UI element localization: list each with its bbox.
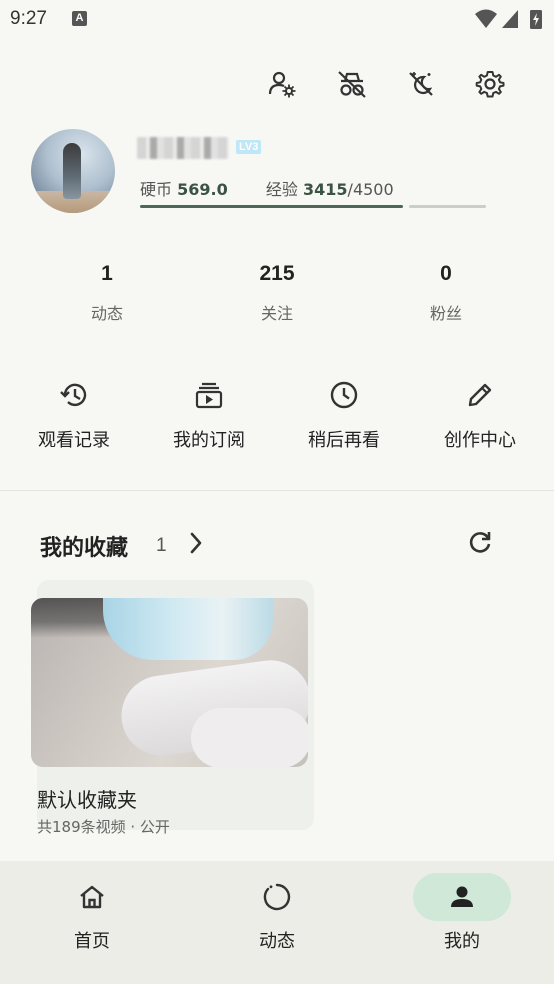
coins-value: 569.0: [177, 180, 228, 199]
pencil-icon: [468, 383, 492, 407]
shortcut-subscriptions[interactable]: 我的订阅: [144, 378, 274, 452]
nav-label: 首页: [74, 931, 110, 952]
refresh-button[interactable]: [465, 527, 495, 557]
count-number: 0: [440, 262, 452, 285]
shortcut-label: 稍后再看: [308, 430, 380, 451]
nav-dynamics-pill: [228, 873, 326, 921]
exp-progress-fill: [140, 205, 403, 208]
home-icon: [80, 885, 104, 909]
exp-total: /4500: [347, 180, 394, 199]
exp-progress-track: [409, 205, 486, 208]
count-number: 215: [259, 262, 295, 285]
exp-value: 3415: [303, 180, 348, 199]
person-icon: [451, 886, 473, 907]
account-settings-button[interactable]: [262, 64, 302, 104]
favorite-folder-name[interactable]: 默认收藏夹: [37, 784, 137, 813]
count-following[interactable]: 215 关注: [217, 262, 337, 324]
nav-mine-pill-active: [413, 873, 511, 921]
count-number: 1: [101, 262, 113, 285]
nav-home-pill: [43, 873, 141, 921]
shortcut-watch-later[interactable]: 稍后再看: [279, 378, 409, 452]
shortcut-label: 观看记录: [38, 430, 110, 451]
notification-a-icon: A: [72, 11, 87, 26]
favorite-folder-meta: 共189条视频 · 公开: [37, 818, 170, 836]
count-label: 关注: [260, 304, 293, 323]
gear-icon: [475, 71, 505, 98]
favorite-folder-cover[interactable]: [31, 598, 308, 767]
avatar[interactable]: [31, 129, 115, 213]
count-label: 粉丝: [429, 304, 462, 323]
coins-label: 硬币: [140, 180, 173, 199]
shortcut-label: 我的订阅: [173, 430, 245, 451]
history-icon: [60, 383, 87, 407]
signal-icon: [502, 10, 518, 28]
level-badge: LV3: [236, 140, 262, 154]
subscriptions-icon: [195, 382, 223, 409]
shortcut-label: 创作中心: [444, 430, 516, 451]
refresh-icon: [469, 532, 491, 553]
shortcut-history[interactable]: 观看记录: [9, 378, 139, 452]
nav-mine[interactable]: 我的: [402, 873, 522, 953]
incognito-off-icon: [338, 71, 366, 98]
shortcut-creator-center[interactable]: 创作中心: [415, 378, 545, 452]
incognito-toggle-button[interactable]: [332, 64, 372, 104]
wifi-icon: [475, 9, 497, 28]
nav-label: 我的: [444, 931, 480, 952]
settings-button[interactable]: [470, 64, 510, 104]
username-blurred: [137, 137, 229, 159]
status-bar: 9:27 A: [0, 0, 554, 40]
count-fans[interactable]: 0 粉丝: [386, 262, 506, 324]
theme-toggle-button[interactable]: [401, 64, 441, 104]
favorites-count: 1: [156, 535, 167, 556]
clock-icon: [330, 381, 358, 409]
nav-dynamics[interactable]: 动态: [217, 873, 337, 953]
dynamics-icon: [263, 883, 291, 911]
exp-label: 经验: [265, 180, 298, 199]
status-time: 9:27: [10, 8, 47, 29]
favorites-more-button[interactable]: [183, 528, 209, 558]
favorites-title[interactable]: 我的收藏: [40, 530, 128, 562]
section-divider: [0, 490, 554, 491]
dark-mode-icon: [409, 72, 433, 96]
count-dynamics[interactable]: 1 动态: [47, 262, 167, 324]
battery-icon: [530, 10, 542, 29]
account-settings-icon: [268, 71, 296, 98]
nav-label: 动态: [259, 931, 295, 952]
count-label: 动态: [90, 304, 123, 323]
chevron-right-icon: [190, 532, 202, 554]
coins-exp-line: 硬币 569.0 经验 3415/4500: [140, 176, 394, 200]
nav-home[interactable]: 首页: [32, 873, 152, 953]
